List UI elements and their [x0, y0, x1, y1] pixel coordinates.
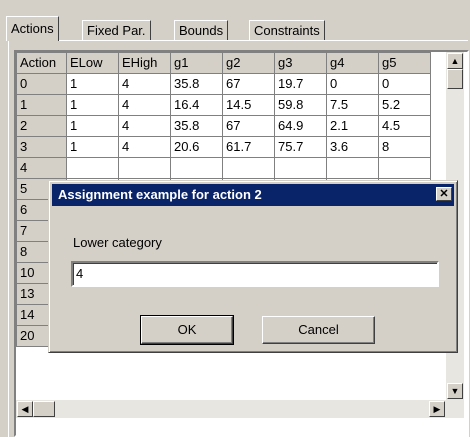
- row-header: 2: [16, 115, 67, 137]
- grid-cell[interactable]: [170, 157, 223, 179]
- grid-cell[interactable]: 5.2: [378, 94, 431, 116]
- grid-cell[interactable]: 8: [378, 136, 431, 158]
- horizontal-scrollbar[interactable]: ◀ ▶: [16, 400, 464, 418]
- grid-cell[interactable]: 64.9: [274, 115, 327, 137]
- arrow-left-icon: ◀: [21, 404, 29, 414]
- grid-cell[interactable]: 4: [118, 136, 171, 158]
- column-header: g5: [378, 52, 431, 74]
- tab-fixed-par[interactable]: Fixed Par.: [82, 20, 151, 40]
- lower-category-input[interactable]: 4: [71, 261, 439, 287]
- arrow-up-icon: ▲: [450, 56, 460, 66]
- grid-cell[interactable]: [378, 157, 431, 179]
- grid-cell[interactable]: 67: [222, 115, 275, 137]
- scroll-right-button[interactable]: ▶: [429, 401, 445, 417]
- column-header: ELow: [66, 52, 119, 74]
- grid-cell[interactable]: 7.5: [326, 94, 379, 116]
- grid-cell[interactable]: 20.6: [170, 136, 223, 158]
- ok-button[interactable]: OK: [140, 315, 234, 345]
- table-row[interactable]: 1 1 4 16.4 14.5 59.8 7.5 5.2: [16, 94, 431, 116]
- grid-cell[interactable]: 67: [222, 73, 275, 95]
- table-row[interactable]: 4: [16, 157, 431, 179]
- grid-cell[interactable]: [274, 157, 327, 179]
- table-row[interactable]: 0 1 4 35.8 67 19.7 0 0: [16, 73, 431, 95]
- grid-cell[interactable]: 4.5: [378, 115, 431, 137]
- scroll-up-button[interactable]: ▲: [447, 53, 463, 69]
- dialog-titlebar[interactable]: Assignment example for action 2 ✕: [52, 184, 454, 206]
- grid-cell[interactable]: 14.5: [222, 94, 275, 116]
- grid-cell[interactable]: 0: [326, 73, 379, 95]
- column-header: g1: [170, 52, 223, 74]
- grid-cell[interactable]: [326, 157, 379, 179]
- grid-cell[interactable]: 59.8: [274, 94, 327, 116]
- tab-constraints[interactable]: Constraints: [249, 20, 325, 40]
- column-header: Action: [16, 52, 67, 74]
- grid-cell[interactable]: 4: [118, 94, 171, 116]
- column-header: g3: [274, 52, 327, 74]
- grid-cell[interactable]: 1: [66, 115, 119, 137]
- grid-cell[interactable]: 3.6: [326, 136, 379, 158]
- arrow-down-icon: ▼: [450, 386, 460, 396]
- column-header: EHigh: [118, 52, 171, 74]
- table-row[interactable]: 2 1 4 35.8 67 64.9 2.1 4.5: [16, 115, 431, 137]
- column-header: g4: [326, 52, 379, 74]
- grid-cell[interactable]: [66, 157, 119, 179]
- grid-cell[interactable]: 4: [118, 73, 171, 95]
- close-button[interactable]: ✕: [436, 187, 452, 201]
- grid-cell[interactable]: 1: [66, 136, 119, 158]
- row-header: 1: [16, 94, 67, 116]
- close-icon: ✕: [439, 188, 449, 200]
- grid-cell[interactable]: 75.7: [274, 136, 327, 158]
- grid-cell[interactable]: 19.7: [274, 73, 327, 95]
- horizontal-scroll-thumb[interactable]: [33, 401, 55, 417]
- assignment-dialog: Assignment example for action 2 ✕ Lower …: [48, 180, 458, 353]
- row-header: 4: [16, 157, 67, 179]
- grid-cell[interactable]: 35.8: [170, 73, 223, 95]
- grid-cell[interactable]: 16.4: [170, 94, 223, 116]
- grid-cell[interactable]: 2.1: [326, 115, 379, 137]
- row-header: 0: [16, 73, 67, 95]
- grid-cell[interactable]: 35.8: [170, 115, 223, 137]
- tab-bounds[interactable]: Bounds: [174, 20, 229, 40]
- tab-actions[interactable]: Actions: [6, 16, 59, 41]
- grid-cell[interactable]: 0: [378, 73, 431, 95]
- grid-cell[interactable]: 4: [118, 115, 171, 137]
- grid-cell[interactable]: 61.7: [222, 136, 275, 158]
- grid-cell[interactable]: 1: [66, 73, 119, 95]
- grid-cell[interactable]: [222, 157, 275, 179]
- vertical-scroll-thumb[interactable]: [447, 69, 463, 89]
- arrow-right-icon: ▶: [433, 404, 441, 414]
- grid-header-row: Action ELow EHigh g1 g2 g3 g4 g5: [16, 52, 431, 74]
- scroll-left-button[interactable]: ◀: [17, 401, 33, 417]
- dialog-title: Assignment example for action 2: [58, 187, 262, 202]
- column-header: g2: [222, 52, 275, 74]
- grid-cell[interactable]: 1: [66, 94, 119, 116]
- table-row[interactable]: 3 1 4 20.6 61.7 75.7 3.6 8: [16, 136, 431, 158]
- cancel-button[interactable]: Cancel: [262, 316, 375, 344]
- grid-cell[interactable]: [118, 157, 171, 179]
- tab-strip: Actions Fixed Par. Bounds Constraints: [6, 14, 466, 41]
- row-header: 3: [16, 136, 67, 158]
- lower-category-label: Lower category: [73, 235, 162, 250]
- scroll-down-button[interactable]: ▼: [447, 383, 463, 399]
